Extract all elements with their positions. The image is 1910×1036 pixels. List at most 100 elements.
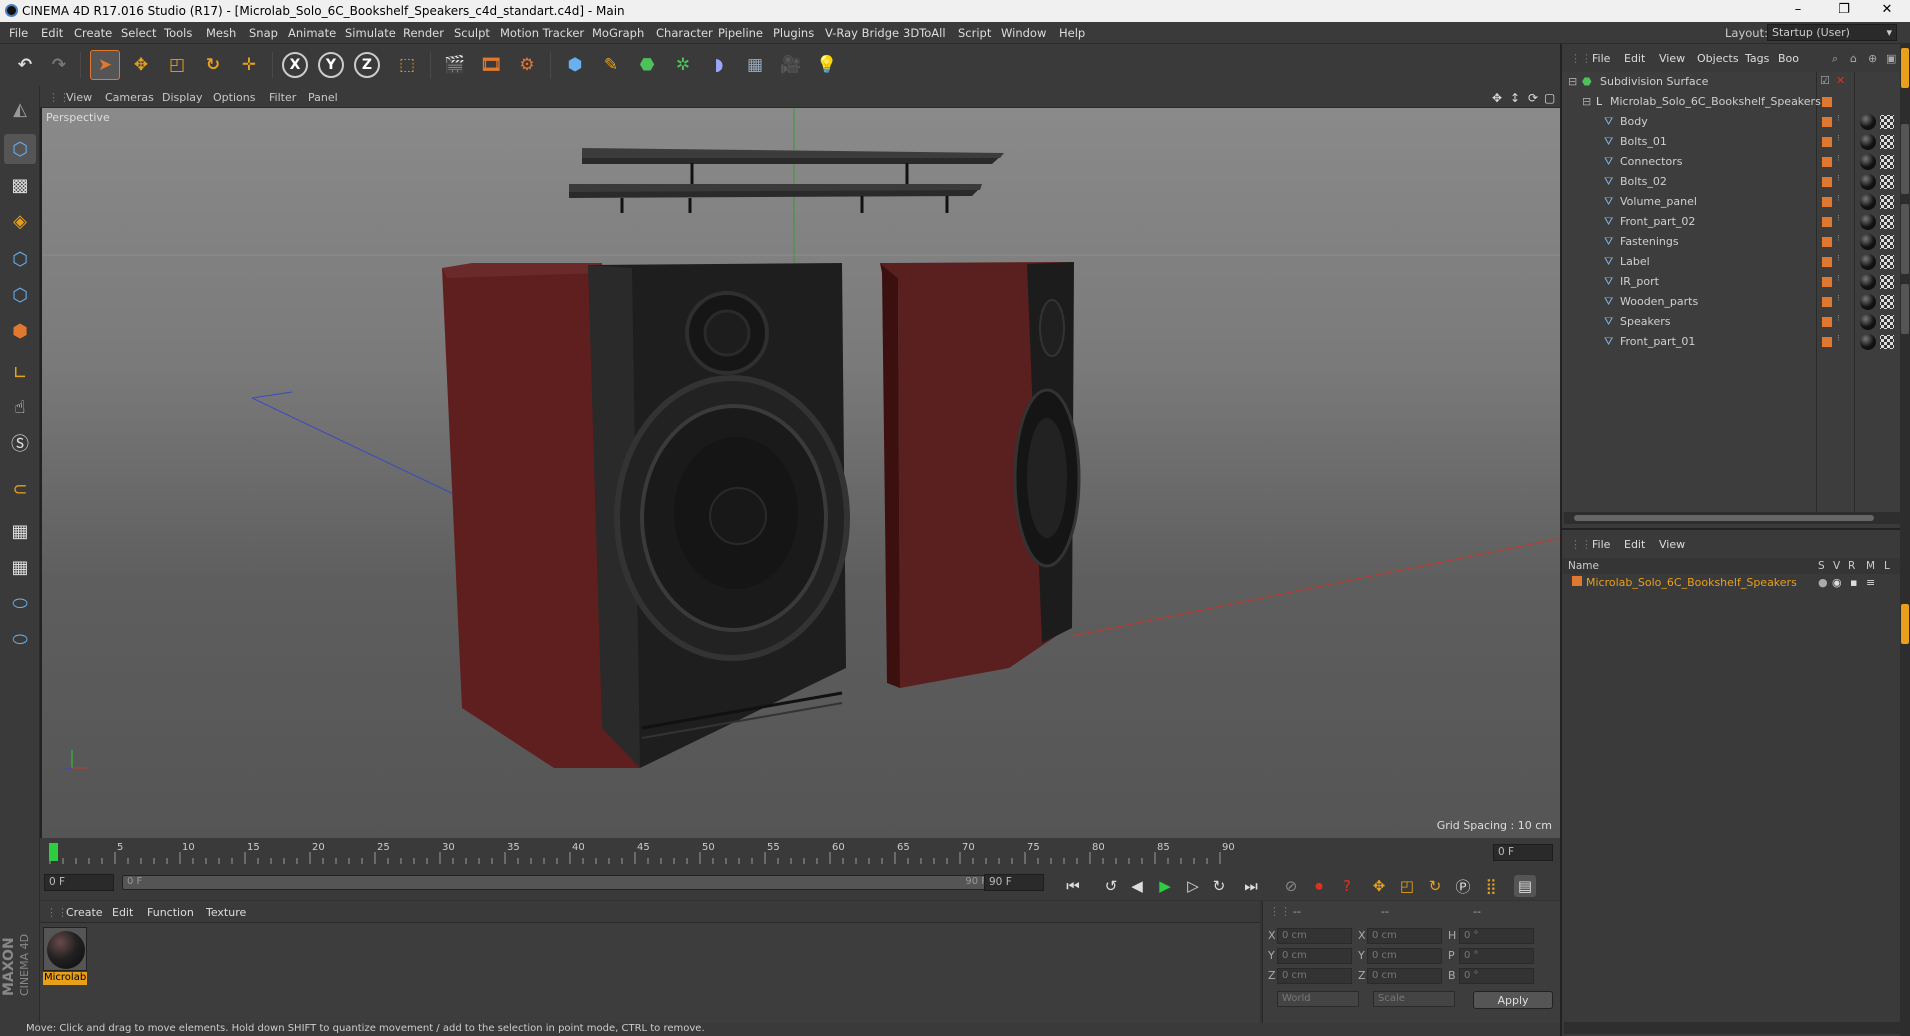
- menu-edit[interactable]: Edit: [41, 26, 63, 40]
- size-z-field[interactable]: 0 cm: [1367, 968, 1442, 984]
- layer-color-swatch[interactable]: [1822, 197, 1832, 207]
- deformer-icon[interactable]: ◗: [704, 50, 734, 80]
- collapse-icon[interactable]: ⊟: [1568, 75, 1577, 88]
- menu-plugins[interactable]: Plugins: [773, 26, 814, 40]
- mograph-cloner-icon[interactable]: ✲: [668, 50, 698, 80]
- visibility-dots-icon[interactable]: ⁝: [1837, 114, 1840, 124]
- texture-tag-icon[interactable]: [1880, 215, 1894, 229]
- scrollbar-thumb[interactable]: [1574, 515, 1874, 521]
- tree-row-subdivision-surface[interactable]: ⊟ ⬣ Subdivision Surface ☑ ✕: [1562, 72, 1902, 92]
- workplane-mode-icon[interactable]: ◈: [4, 206, 36, 236]
- close-button[interactable]: ✕: [1864, 2, 1910, 17]
- search-icon[interactable]: ⌕: [1832, 52, 1838, 66]
- viewport-zoom-icon[interactable]: ↕: [1510, 91, 1520, 105]
- viewport-move-icon[interactable]: ✥: [1492, 91, 1502, 105]
- menu-tools[interactable]: Tools: [164, 26, 192, 40]
- camera-label[interactable]: Perspective: [46, 111, 110, 124]
- menu-character[interactable]: Character: [656, 26, 713, 40]
- y-axis-lock-icon[interactable]: Y: [318, 52, 344, 78]
- layer-menu-edit[interactable]: Edit: [1624, 538, 1645, 551]
- layer-color-swatch[interactable]: [1822, 257, 1832, 267]
- key-pla-icon[interactable]: ⣿: [1480, 875, 1502, 897]
- layout-select[interactable]: Startup (User) ▾: [1767, 24, 1897, 41]
- menu-select[interactable]: Select: [121, 26, 156, 40]
- menu-simulate[interactable]: Simulate: [345, 26, 396, 40]
- rot-b-field[interactable]: 0 °: [1459, 968, 1534, 984]
- edges-mode-icon[interactable]: ⬡: [4, 280, 36, 310]
- menu-motion-tracker[interactable]: Motion Tracker: [500, 26, 584, 40]
- render-view-icon[interactable]: 🎬: [440, 50, 470, 80]
- material-tag-icon[interactable]: [1860, 274, 1876, 290]
- visibility-dots-icon[interactable]: ⁝: [1837, 334, 1840, 344]
- tree-row-bolts-02[interactable]: ⛛ Bolts_02 ⁝: [1562, 172, 1902, 192]
- manager-icon[interactable]: ≡: [1866, 576, 1875, 589]
- go-to-end-icon[interactable]: ⏭: [1240, 875, 1262, 897]
- layer-color-swatch[interactable]: [1822, 317, 1832, 327]
- key-rotation-icon[interactable]: ↻: [1424, 875, 1446, 897]
- collapse-icon[interactable]: ⊟: [1582, 95, 1591, 108]
- texture-tag-icon[interactable]: [1880, 155, 1894, 169]
- material-tag-icon[interactable]: [1860, 334, 1876, 350]
- layer-color-swatch[interactable]: [1822, 217, 1832, 227]
- key-parameter-icon[interactable]: Ⓟ: [1452, 875, 1474, 897]
- mat-menu-function[interactable]: Function: [147, 906, 194, 919]
- 3d-viewport[interactable]: Perspective Grid Spacing : 10 cm: [40, 108, 1560, 838]
- keyframe-selection-icon[interactable]: ?: [1336, 875, 1358, 897]
- vp-menu-display[interactable]: Display: [162, 91, 203, 104]
- layer-menu-file[interactable]: File: [1592, 538, 1610, 551]
- solo-mode-icon[interactable]: Ⓢ: [4, 428, 36, 458]
- record-keys-icon[interactable]: ⊘: [1280, 875, 1302, 897]
- visibility-dots-icon[interactable]: ⁝: [1837, 294, 1840, 304]
- layer-row[interactable]: Microlab_Solo_6C_Bookshelf_Speakers ● ◉ …: [1562, 574, 1902, 592]
- tab-attributes[interactable]: [1901, 604, 1909, 644]
- obj-menu-file[interactable]: File: [1592, 52, 1610, 65]
- render-icon[interactable]: ▪: [1850, 576, 1857, 589]
- apply-button[interactable]: Apply: [1473, 991, 1553, 1009]
- layer-color-swatch[interactable]: [1822, 97, 1832, 107]
- mat-menu-texture[interactable]: Texture: [206, 906, 246, 919]
- layer-manager-scrollbar[interactable]: [1564, 1022, 1900, 1034]
- next-key-icon[interactable]: ↻: [1208, 875, 1230, 897]
- texture-tag-icon[interactable]: [1880, 275, 1894, 289]
- pos-y-field[interactable]: 0 cm: [1277, 948, 1352, 964]
- camera-icon[interactable]: 🎥: [776, 50, 806, 80]
- menu-mograph[interactable]: MoGraph: [592, 26, 644, 40]
- rotate-tool-icon[interactable]: ↻: [198, 50, 228, 80]
- undo-icon[interactable]: ↶: [10, 50, 40, 80]
- rot-h-field[interactable]: 0 °: [1459, 928, 1534, 944]
- visibility-dots-icon[interactable]: ⁝: [1837, 314, 1840, 324]
- tree-row-label[interactable]: ⛛ Label ⁝: [1562, 252, 1902, 272]
- key-scale-icon[interactable]: ◰: [1396, 875, 1418, 897]
- menu-sculpt[interactable]: Sculpt: [454, 26, 490, 40]
- points-mode-icon[interactable]: ⬡: [4, 244, 36, 274]
- move-tool-icon[interactable]: ✥: [126, 50, 156, 80]
- light-bulb-icon[interactable]: 💡: [812, 50, 842, 80]
- obj-menu-tags[interactable]: Tags: [1745, 52, 1769, 65]
- vp-menu-filter[interactable]: Filter: [269, 91, 296, 104]
- material-thumbnail[interactable]: [43, 927, 87, 971]
- texture-tag-icon[interactable]: [1880, 295, 1894, 309]
- texture-tag-icon[interactable]: [1880, 335, 1894, 349]
- layer-menu-view[interactable]: View: [1659, 538, 1685, 551]
- visibility-dots-icon[interactable]: ⁝: [1837, 194, 1840, 204]
- disabled-x-icon[interactable]: ✕: [1836, 74, 1845, 87]
- cube-primitive-icon[interactable]: ⬢: [560, 50, 590, 80]
- redo-icon[interactable]: ↷: [44, 50, 74, 80]
- layer-name[interactable]: Microlab_Solo_6C_Bookshelf_Speakers: [1586, 576, 1797, 589]
- tree-row-fastenings[interactable]: ⛛ Fastenings ⁝: [1562, 232, 1902, 252]
- subdivision-surface-icon[interactable]: ⬣: [632, 50, 662, 80]
- pos-x-field[interactable]: 0 cm: [1277, 928, 1352, 944]
- menu-pipeline[interactable]: Pipeline: [718, 26, 763, 40]
- material-tag-icon[interactable]: [1860, 154, 1876, 170]
- texture-tag-icon[interactable]: [1880, 315, 1894, 329]
- menu-3dtoall[interactable]: 3DToAll: [903, 26, 946, 40]
- material-tag-icon[interactable]: [1860, 254, 1876, 270]
- new-view-icon[interactable]: ⊕: [1868, 52, 1877, 65]
- render-picture-viewer-icon[interactable]: 🎞: [476, 50, 506, 80]
- obj-menu-objects[interactable]: Objects: [1697, 52, 1739, 65]
- python-script-icon[interactable]: ⬭: [4, 588, 36, 618]
- material-tag-icon[interactable]: [1860, 214, 1876, 230]
- tree-row-body[interactable]: ⛛ Body ⁝: [1562, 112, 1902, 132]
- material-tag-icon[interactable]: [1860, 114, 1876, 130]
- go-to-start-icon[interactable]: ⏮: [1062, 875, 1084, 897]
